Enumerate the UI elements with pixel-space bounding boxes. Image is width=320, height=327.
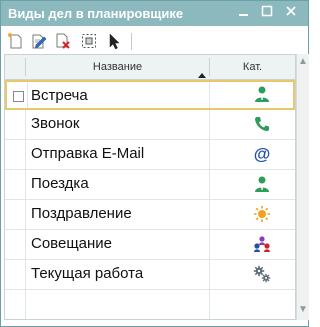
column-header-name-label: Название [92,61,143,73]
group-icon [254,236,270,252]
toolbar [1,27,308,54]
column-header-category[interactable]: Кат. [210,55,295,79]
activity-name: Поздравление [31,205,132,222]
row-focus-checkbox[interactable] [13,91,24,102]
activity-name: Отправка E-Mail [31,145,145,162]
scroll-down-icon[interactable]: ▼ [297,304,309,316]
row-indicator [5,140,26,169]
title-bar[interactable]: Виды дел в планировщике [1,1,308,26]
table-row[interactable]: Совещание [5,230,295,260]
activity-name: Звонок [31,115,80,132]
table-row[interactable]: Звонок [5,110,295,140]
sort-ascending-icon [198,73,206,78]
row-indicator [5,230,26,259]
scroll-up-icon[interactable]: ▲ [297,56,309,68]
table-row[interactable]: Текущая работа [5,260,295,290]
row-indicator [5,170,26,199]
close-icon [286,6,296,16]
svg-text:@: @ [254,145,271,163]
new-item-icon [8,33,22,49]
activity-types-table: Название Кат. Встреча Звонок Отправка E-… [4,54,296,320]
edit-item-button[interactable] [30,32,50,50]
at-icon: @ [254,145,271,163]
activity-name: Текущая работа [31,265,144,282]
phone-icon [255,117,269,131]
activity-name: Поездка [31,175,89,192]
minimize-icon [239,14,248,16]
pointer-button[interactable] [105,32,125,50]
column-header-category-label: Кат. [242,61,263,73]
table-row[interactable]: Поздравление [5,200,295,230]
close-button[interactable] [281,4,301,22]
row-indicator [5,200,26,229]
table-row[interactable]: Поездка [5,170,295,200]
row-indicator [5,260,26,289]
table-row[interactable]: Отправка E-Mail @ [5,140,295,170]
delete-item-icon [56,33,70,49]
row-indicator [5,110,26,139]
gears-icon [253,265,271,283]
person-icon [255,176,269,192]
sun-icon [254,206,270,222]
select-frame-icon [82,34,96,48]
row-indicator [7,82,28,108]
delete-item-button[interactable] [54,32,74,50]
window-title: Виды дел в планировщике [8,6,184,21]
column-header-name[interactable]: Название [26,55,209,79]
new-item-button[interactable] [7,32,27,50]
edit-item-icon [32,34,47,49]
window: Виды дел в планировщике Название Кат. Вс… [0,0,309,327]
toolbar-separator [131,33,132,50]
person-icon [255,86,269,102]
activity-name: Совещание [31,235,113,252]
activity-name: Встреча [31,87,88,104]
vertical-scrollbar[interactable]: ▲ ▼ [296,54,309,320]
minimize-button[interactable] [234,4,254,22]
table-header: Название Кат. [5,55,295,80]
pointer-icon [109,33,120,50]
header-indicator-cell [5,55,25,79]
maximize-button[interactable] [257,4,277,22]
table-row[interactable]: Встреча [5,80,295,110]
select-frame-button[interactable] [80,32,100,50]
maximize-icon [261,5,273,17]
